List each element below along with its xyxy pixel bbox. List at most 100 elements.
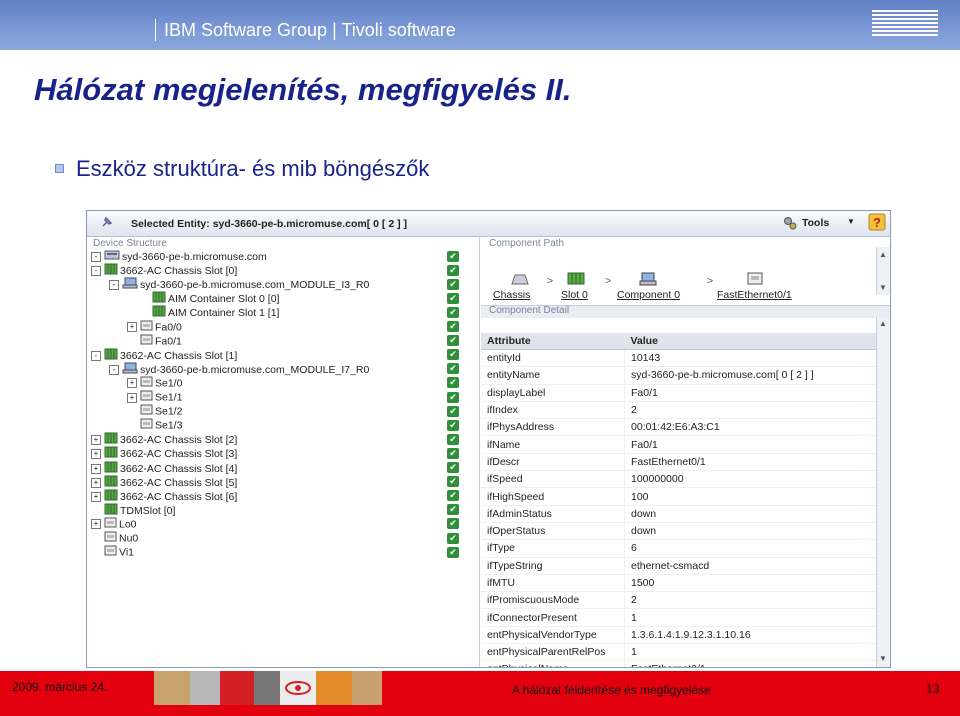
tree-node[interactable]: +3662-AC Chassis Slot [3] <box>91 446 237 460</box>
table-row[interactable]: entityName syd-3660-pe-b.micromuse.com[ 0… <box>481 366 876 385</box>
table-row[interactable]: entPhysicalNameFastEthernet0/1 <box>481 660 876 667</box>
table-row[interactable]: ifConnectorPresent 1 <box>481 608 876 627</box>
table-row[interactable]: ifType 6 <box>481 539 876 558</box>
tree-node[interactable]: +3662-AC Chassis Slot [4] <box>91 461 237 475</box>
table-row[interactable]: ifTypeString ethernet-csmacd <box>481 557 876 575</box>
path-interface-link[interactable]: FastEthernet0/1 <box>717 289 792 301</box>
path-chassis-link[interactable]: Chassis <box>493 289 530 301</box>
attribute-cell: ifType <box>481 539 625 558</box>
interface-icon <box>747 272 763 285</box>
column-header-value[interactable]: Value <box>624 333 876 350</box>
green-check-icon: ✔ <box>447 490 459 502</box>
tree-node-label: AIM Container Slot 1 [1] <box>168 307 280 320</box>
tree-node[interactable]: - 3662-AC Chassis Slot [1] <box>91 348 237 362</box>
expand-icon[interactable]: + <box>127 322 137 332</box>
app-screenshot: Selected Entity: syd-3660-pe-b.micromuse… <box>86 210 891 668</box>
collapse-icon[interactable]: - <box>91 266 101 277</box>
attribute-cell: ifTypeString <box>481 557 625 575</box>
interface-icon <box>104 531 117 546</box>
table-row[interactable]: ifAdminStatus down <box>481 505 876 523</box>
table-row[interactable]: entPhysicalVendorType 1.3.6.1.4.1.9.12.3.… <box>481 626 876 645</box>
table-row[interactable]: entPhysicalParentRelPos 1 <box>481 643 876 662</box>
tree-node[interactable]: - syd-3660-pe-b.micromuse.com <box>91 249 267 263</box>
table-row[interactable]: ifSpeed 100000000 <box>481 470 876 489</box>
tree-node[interactable]: - syd-3660-pe-b.micromuse.com_MODULE_I3_R… <box>109 277 369 291</box>
tree-node-label: Se1/0 <box>155 377 183 390</box>
tree-node[interactable]: - syd-3660-pe-b.micromuse.com_MODULE_I7_R… <box>109 362 369 376</box>
value-cell: 2 <box>624 591 876 610</box>
tree-node-label: Nu0 <box>119 532 139 545</box>
attribute-cell: ifAdminStatus <box>481 505 625 523</box>
table-row[interactable]: ifMTU 1500 <box>481 574 876 593</box>
table-row[interactable]: ifName Fa0/1 <box>481 435 876 454</box>
component-icon <box>639 272 657 286</box>
slide-title: Hálózat megjelenítés, megfigyelés II. <box>34 72 572 107</box>
attribute-cell: ifPromiscuousMode <box>481 591 625 610</box>
table-row[interactable]: ifOperStatus down <box>481 522 876 541</box>
path-component-link[interactable]: Component 0 <box>617 289 680 301</box>
tree-node[interactable]: Se1/2 <box>127 404 182 418</box>
scroll-up-icon[interactable]: ▲ <box>879 319 887 328</box>
value-cell: FastEthernet0/1 <box>624 453 876 472</box>
expand-icon[interactable]: + <box>91 435 101 446</box>
table-row[interactable]: entityId 10143 <box>481 349 876 368</box>
component-panel: Component Path ▲ ▼ > > > Chassis Slot 0 … <box>481 237 890 667</box>
gears-icon[interactable] <box>783 216 797 230</box>
tree-node[interactable]: Nu0 <box>91 531 138 545</box>
scroll-up-icon[interactable]: ▲ <box>879 250 887 259</box>
collapse-icon[interactable]: - <box>91 350 101 361</box>
table-row[interactable]: ifPromiscuousMode 2 <box>481 591 876 610</box>
tree-node[interactable]: + Se1/0 <box>127 376 182 390</box>
expand-icon[interactable]: + <box>91 463 101 474</box>
tree-node[interactable]: +3662-AC Chassis Slot [5] <box>91 475 237 489</box>
table-row[interactable]: ifIndex 2 <box>481 401 876 420</box>
value-cell: 100000000 <box>624 470 876 489</box>
interface-icon <box>140 418 153 433</box>
table-row[interactable]: displayLabel Fa0/1 <box>481 384 876 402</box>
green-check-icon: ✔ <box>447 532 459 544</box>
attribute-cell: entPhysicalName <box>481 660 625 667</box>
tree-node[interactable]: AIM Container Slot 0 [0] <box>139 291 279 305</box>
tree-node[interactable]: - 3662-AC Chassis Slot [0] <box>91 263 237 277</box>
scroll-down-icon[interactable]: ▼ <box>879 654 887 663</box>
interface-icon <box>140 334 153 349</box>
expand-icon[interactable]: + <box>127 392 137 403</box>
tree-node[interactable]: +3662-AC Chassis Slot [2] <box>91 432 237 446</box>
table-row[interactable]: ifHighSpeed 100 <box>481 487 876 506</box>
tree-node[interactable]: AIM Container Slot 1 [1] <box>139 305 279 319</box>
collapse-icon[interactable]: - <box>109 280 119 291</box>
table-row[interactable]: ifPhysAddress 00:01:42:E6:A3:C1 <box>481 418 876 437</box>
tools-menu-button[interactable]: Tools <box>802 217 829 229</box>
tree-node[interactable]: + Lo0 <box>91 517 137 531</box>
tree-node[interactable]: +3662-AC Chassis Slot [6] <box>91 489 237 503</box>
tree-node[interactable]: + Se1/1 <box>127 390 182 404</box>
tree-node[interactable]: Se1/3 <box>127 418 182 432</box>
green-check-icon: ✔ <box>447 391 459 403</box>
table-row[interactable]: ifDescr FastEthernet0/1 <box>481 453 876 472</box>
green-check-icon: ✔ <box>447 292 459 304</box>
expand-icon[interactable]: + <box>91 491 101 502</box>
tree-node[interactable]: TDMSlot [0] <box>91 503 175 517</box>
tree-node[interactable]: + Fa0/0 <box>127 320 182 334</box>
help-icon[interactable]: ? <box>868 213 886 231</box>
tree-node-label: Fa0/0 <box>155 320 182 333</box>
value-cell: syd-3660-pe-b.micromuse.com[ 0 [ 2 ] ] <box>624 366 876 385</box>
scroll-down-icon[interactable]: ▼ <box>879 283 887 292</box>
expand-icon[interactable]: + <box>127 378 137 389</box>
green-check-icon: ✔ <box>447 546 459 558</box>
pin-icon[interactable] <box>101 216 113 228</box>
tree-node[interactable]: Vi1 <box>91 545 134 559</box>
expand-icon[interactable]: + <box>91 449 101 460</box>
path-scrollbar[interactable]: ▲ ▼ <box>876 247 890 295</box>
collapse-icon[interactable]: - <box>109 364 119 375</box>
path-slot-link[interactable]: Slot 0 <box>561 289 588 301</box>
expand-icon[interactable]: + <box>91 477 101 488</box>
column-header-attribute[interactable]: Attribute <box>481 333 625 350</box>
value-cell: 6 <box>624 539 876 558</box>
chevron-down-icon[interactable]: ▼ <box>847 217 855 226</box>
detail-scrollbar[interactable]: ▲ ▼ <box>876 317 890 667</box>
tree-node[interactable]: Fa0/1 <box>127 334 182 348</box>
collapse-icon[interactable]: - <box>91 252 101 262</box>
selected-entity-label: Selected Entity: syd-3660-pe-b.micromuse… <box>131 218 407 230</box>
expand-icon[interactable]: + <box>91 519 101 530</box>
